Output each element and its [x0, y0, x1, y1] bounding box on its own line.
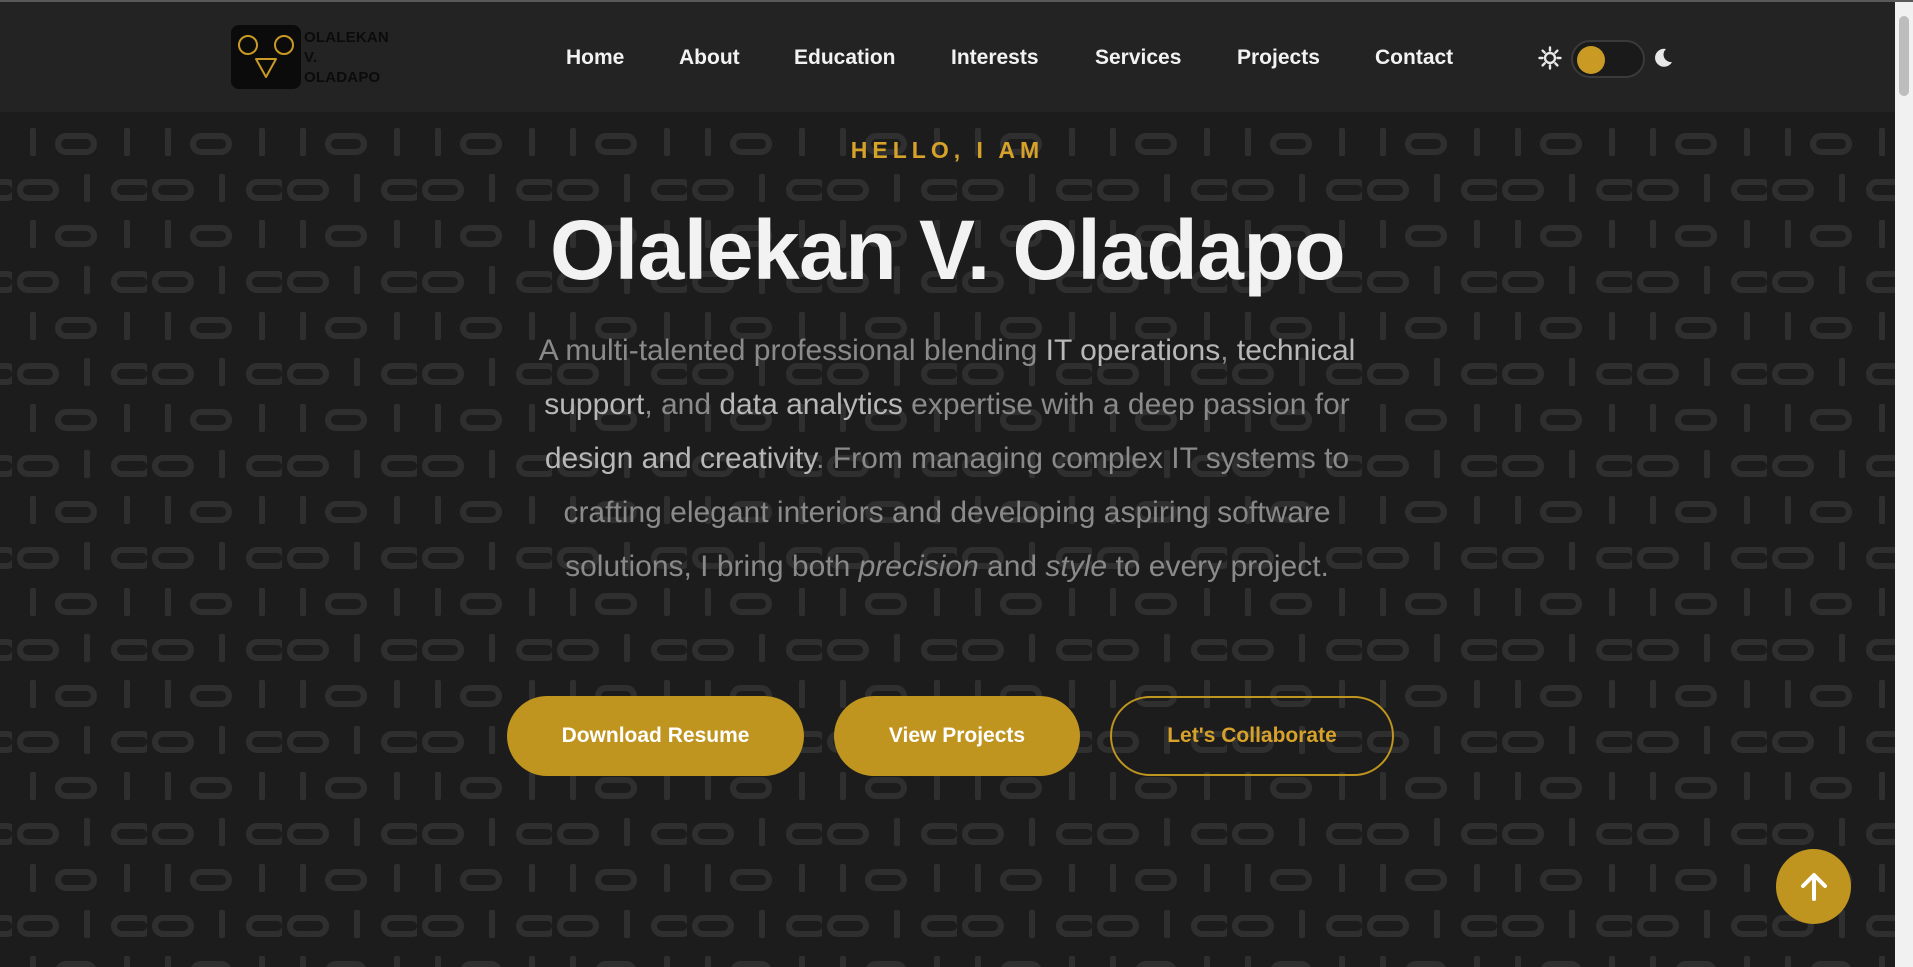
- site-header: OLALEKAN V. OLADAPO Home About Education…: [0, 2, 1895, 112]
- nav-link-services[interactable]: Services: [1095, 46, 1181, 70]
- logo-line: OLALEKAN: [304, 29, 389, 46]
- logo-line: OLADAPO: [304, 69, 381, 86]
- logo-line: V.: [304, 49, 318, 66]
- theme-toggle[interactable]: [1571, 40, 1645, 78]
- hero-intro: A multi-talented professional blending I…: [538, 334, 1356, 583]
- owl-face-logo-icon: [238, 35, 294, 78]
- hero-name: Olalekan V. Oladapo: [549, 203, 1346, 297]
- italic-style: style: [1045, 550, 1108, 583]
- nav-link-about[interactable]: About: [679, 46, 740, 70]
- scrollbar-thumb[interactable]: [1899, 16, 1909, 96]
- nav-link-interests[interactable]: Interests: [951, 46, 1039, 70]
- italic-precision: precision: [858, 550, 979, 583]
- logo-text[interactable]: OLALEKAN V. OLADAPO: [304, 28, 414, 88]
- highlight-it-operations: IT operations: [1045, 334, 1221, 367]
- download-resume-button[interactable]: Download Resume: [507, 696, 804, 776]
- nav-link-home[interactable]: Home: [566, 46, 624, 70]
- moon-icon[interactable]: [1652, 47, 1674, 69]
- toggle-knob: [1577, 46, 1605, 74]
- highlight-design-creativity: design and creativity: [544, 442, 817, 475]
- nav-link-contact[interactable]: Contact: [1375, 46, 1453, 70]
- logo[interactable]: [231, 25, 301, 89]
- highlight-data-analytics: data analytics: [719, 388, 903, 421]
- page-scrollbar[interactable]: [1895, 2, 1913, 967]
- hero-eyebrow: HELLO, I AM: [850, 137, 1045, 163]
- nav-link-projects[interactable]: Projects: [1237, 46, 1320, 70]
- hero-section: HELLO, I AM Olalekan V. Oladapo A multi-…: [0, 112, 1895, 967]
- sun-icon[interactable]: [1538, 46, 1562, 70]
- arrow-up-icon: [1800, 872, 1827, 901]
- view-projects-button[interactable]: View Projects: [834, 696, 1080, 776]
- lets-collaborate-button[interactable]: Let's Collaborate: [1110, 696, 1394, 776]
- nav-link-education[interactable]: Education: [794, 46, 896, 70]
- scroll-to-top-button[interactable]: [1776, 849, 1851, 924]
